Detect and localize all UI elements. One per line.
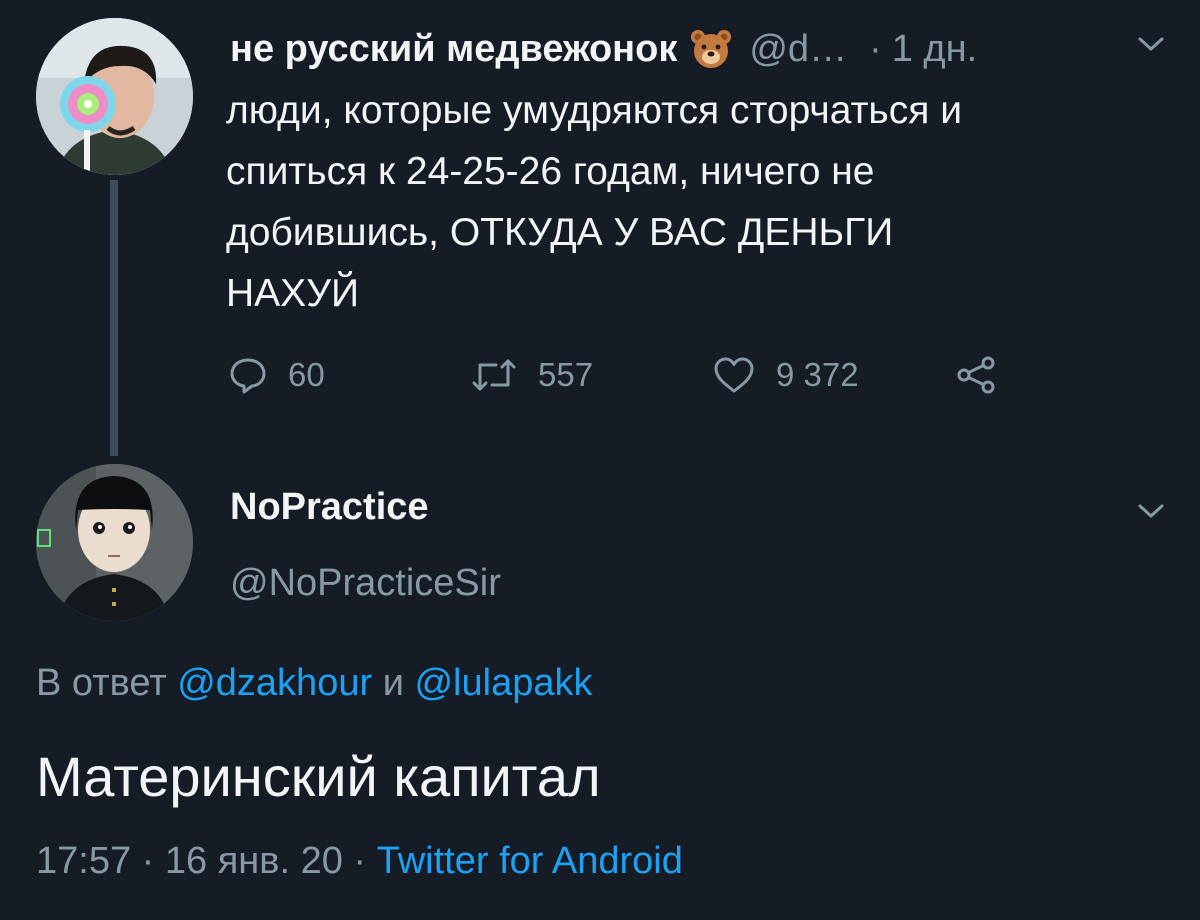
like-count: 9 372 [776, 356, 859, 393]
tweet-time-ago[interactable]: 1 дн. [892, 28, 977, 71]
author-handle[interactable]: @d… [749, 28, 847, 71]
author-display-name[interactable]: не русский медвежонок [230, 28, 677, 71]
thread-connector-line [110, 180, 118, 456]
retweet-button[interactable]: 557 [470, 352, 593, 398]
mention-link[interactable]: @dzakhour [177, 662, 372, 704]
separator-dot: · [141, 840, 155, 882]
reply-author-display-name[interactable]: NoPractice [230, 486, 429, 529]
bear-face-emoji-icon [691, 30, 732, 68]
tweet-text: люди, которые умудряются сторчаться и сп… [226, 80, 1166, 324]
reply-bubble-icon [230, 358, 266, 394]
retweet-count: 557 [538, 356, 594, 393]
share-button[interactable] [954, 352, 998, 398]
reply-button[interactable]: 60 [228, 352, 325, 398]
chevron-down-icon[interactable] [1138, 503, 1164, 519]
author-avatar[interactable] [36, 18, 193, 175]
tweet-text-line: добившись, ОТКУДА У ВАС ДЕНЬГИ [226, 211, 894, 254]
reply-tweet-text: Материнский капитал [36, 745, 601, 808]
tweet-date: 16 янв. 20 [164, 840, 343, 882]
replying-to-prefix: В ответ [36, 662, 167, 704]
like-button[interactable]: 9 372 [712, 352, 859, 398]
tweet-text-line: спиться к 24-25-26 годам, ничего не [226, 150, 875, 193]
separator-dot: · [353, 840, 367, 882]
tweet-text-line: НАХУЙ [226, 272, 359, 315]
share-icon [957, 356, 995, 394]
tweet-header: не русский медвежонок @d… · 1 дн. [230, 24, 977, 74]
retweet-icon [472, 359, 516, 391]
replying-to-conjunction: и [382, 662, 404, 704]
reply-author-avatar[interactable] [36, 464, 193, 621]
tweet-meta: 17:57 · 16 янв. 20 · Twitter for Android [36, 840, 683, 883]
reply-author-handle[interactable]: @NoPracticeSir [230, 562, 501, 605]
reply-count: 60 [288, 356, 325, 393]
mention-link[interactable]: @lulapakk [414, 662, 592, 704]
tweet-source-link[interactable]: Twitter for Android [377, 840, 683, 882]
chevron-down-icon[interactable] [1138, 36, 1164, 52]
replying-to-line: В ответ @dzakhour и @lulapakk [36, 662, 592, 705]
separator-dot: · [869, 27, 882, 70]
heart-icon [714, 357, 754, 393]
tweet-time: 17:57 [36, 840, 132, 882]
tweet-text-line: люди, которые умудряются сторчаться и [226, 89, 962, 132]
